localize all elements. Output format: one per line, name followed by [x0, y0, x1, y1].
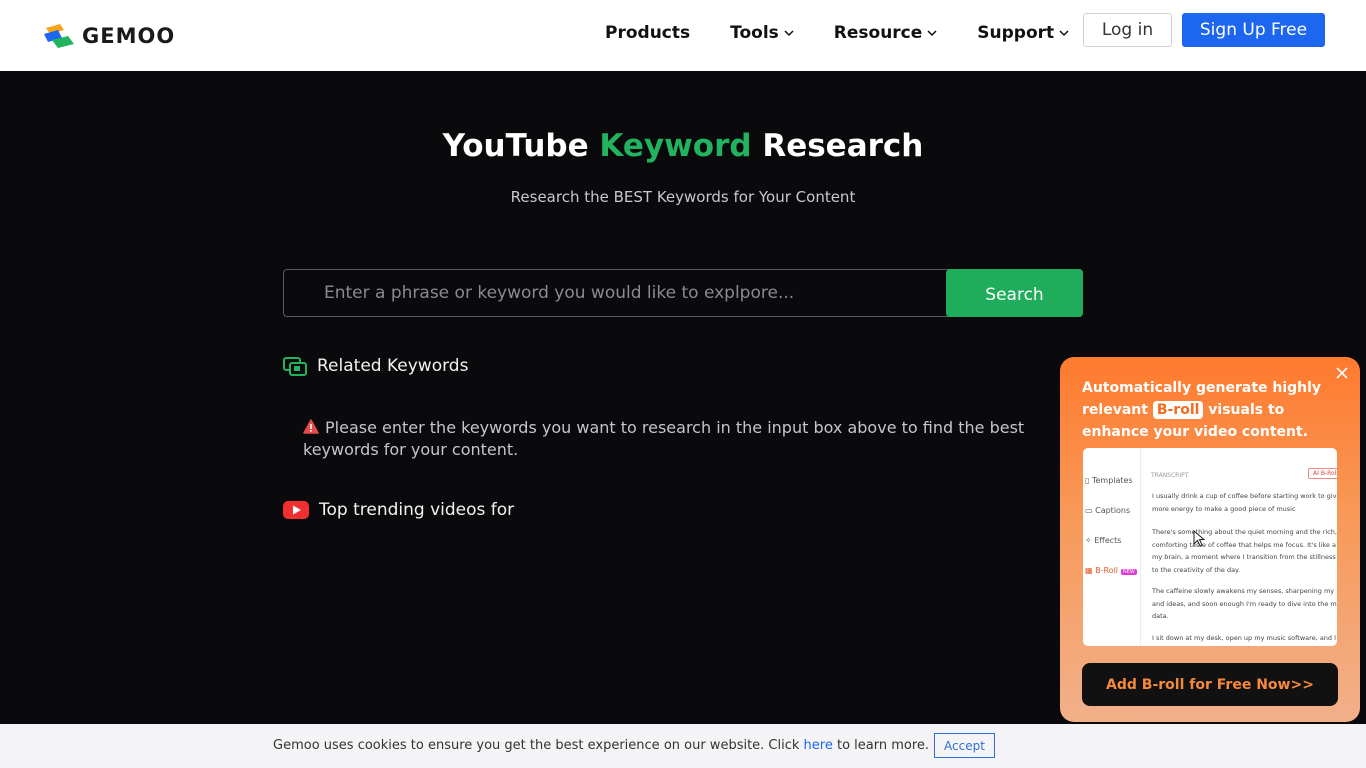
broll-tag: B-roll — [1152, 401, 1204, 419]
chevron-down-icon — [784, 30, 794, 37]
title-part2: Research — [751, 128, 924, 164]
popup-line2-pre: relevant — [1082, 402, 1153, 418]
nav-tools[interactable]: Tools — [730, 23, 794, 43]
empty-state-notice: Please enter the keywords you want to re… — [303, 417, 1063, 461]
main-nav: Products Tools Resource Support — [605, 20, 1109, 46]
preview-transcript-label: TRANSCRIPT — [1151, 472, 1189, 479]
new-badge: NEW — [1121, 569, 1137, 575]
site-header: GEMOO Products Tools Resource Support Lo… — [0, 0, 1366, 71]
search-button[interactable]: Search — [946, 269, 1083, 317]
nav-support[interactable]: Support — [977, 23, 1069, 43]
signup-button[interactable]: Sign Up Free — [1182, 13, 1325, 47]
related-keywords-heading: Related Keywords — [283, 356, 468, 376]
preview-paragraph: I sit down at my desk, open up my music … — [1152, 634, 1336, 642]
nav-resource-label: Resource — [833, 23, 923, 43]
preview-sidebar-templates: ▯ Templates — [1085, 476, 1133, 485]
gemoo-logo-icon — [44, 24, 74, 48]
nav-tools-label: Tools — [730, 23, 779, 43]
nav-support-label: Support — [977, 23, 1055, 43]
add-broll-cta-button[interactable]: Add B-roll for Free Now>> — [1082, 663, 1338, 706]
chevron-down-icon — [927, 30, 937, 37]
related-keywords-label: Related Keywords — [317, 356, 469, 376]
chevron-down-icon — [1059, 30, 1069, 37]
cookie-text-pre: Gemoo uses cookies to ensure you get the… — [273, 738, 804, 753]
keyword-search-input[interactable] — [306, 270, 936, 316]
page-subtitle: Research the BEST Keywords for Your Cont… — [510, 188, 856, 206]
popup-headline: Automatically generate highly relevant B… — [1082, 377, 1342, 443]
warning-icon — [303, 419, 319, 434]
page-title: YouTube Keyword Research — [0, 128, 1366, 164]
popup-line1: Automatically generate highly — [1082, 380, 1322, 396]
app-preview-image: ▯ Templates ▭ Captions ✧ Effects ▦ B-Rol… — [1083, 448, 1337, 646]
trending-videos-heading: Top trending videos for — [283, 500, 514, 520]
preview-paragraph: There's something about the quiet mornin… — [1152, 528, 1337, 574]
related-keywords-icon — [283, 357, 307, 376]
empty-state-text: Please enter the keywords you want to re… — [303, 418, 1025, 459]
cursor-icon — [1193, 530, 1206, 547]
preview-paragraph: The caffeine slowly awakens my senses, s… — [1152, 587, 1337, 620]
trending-videos-label: Top trending videos for — [319, 500, 515, 520]
cookie-text: Gemoo uses cookies to ensure you get the… — [273, 738, 929, 753]
preview-transcript: TRANSCRIPT AI B-Roll I usually drink a c… — [1149, 448, 1337, 646]
cookie-text-post: to learn more. — [832, 738, 930, 753]
popup-line3: enhance your video content. — [1082, 424, 1308, 440]
cookie-accept-button[interactable]: Accept — [934, 733, 995, 758]
preview-ai-broll-chip: AI B-Roll — [1308, 468, 1337, 479]
gemoo-logo[interactable]: GEMOO — [42, 22, 175, 50]
preview-paragraph: I usually drink a cup of coffee before s… — [1152, 492, 1337, 513]
nav-resource[interactable]: Resource — [834, 23, 938, 43]
title-part1: YouTube — [442, 128, 600, 164]
preview-sidebar-effects: ✧ Effects — [1085, 536, 1122, 545]
login-button[interactable]: Log in — [1083, 13, 1172, 47]
title-accent: Keyword — [599, 128, 752, 164]
youtube-icon — [283, 501, 309, 519]
logo-text: GEMOO — [82, 24, 176, 48]
cookie-learn-more-link[interactable]: here — [804, 738, 833, 753]
preview-sidebar: ▯ Templates ▭ Captions ✧ Effects ▦ B-Rol… — [1083, 448, 1141, 646]
preview-sidebar-broll: ▦ B-Roll NEW — [1085, 566, 1137, 575]
popup-line2-post: visuals to — [1203, 402, 1285, 418]
preview-sidebar-captions: ▭ Captions — [1085, 506, 1131, 515]
popup-line2: relevant B-roll visuals to — [1082, 399, 1342, 421]
cookie-bar: Gemoo uses cookies to ensure you get the… — [0, 724, 1366, 768]
nav-products-label: Products — [605, 23, 691, 43]
nav-products[interactable]: Products — [605, 23, 690, 43]
broll-promo-popup: Automatically generate highly relevant B… — [1060, 357, 1360, 722]
